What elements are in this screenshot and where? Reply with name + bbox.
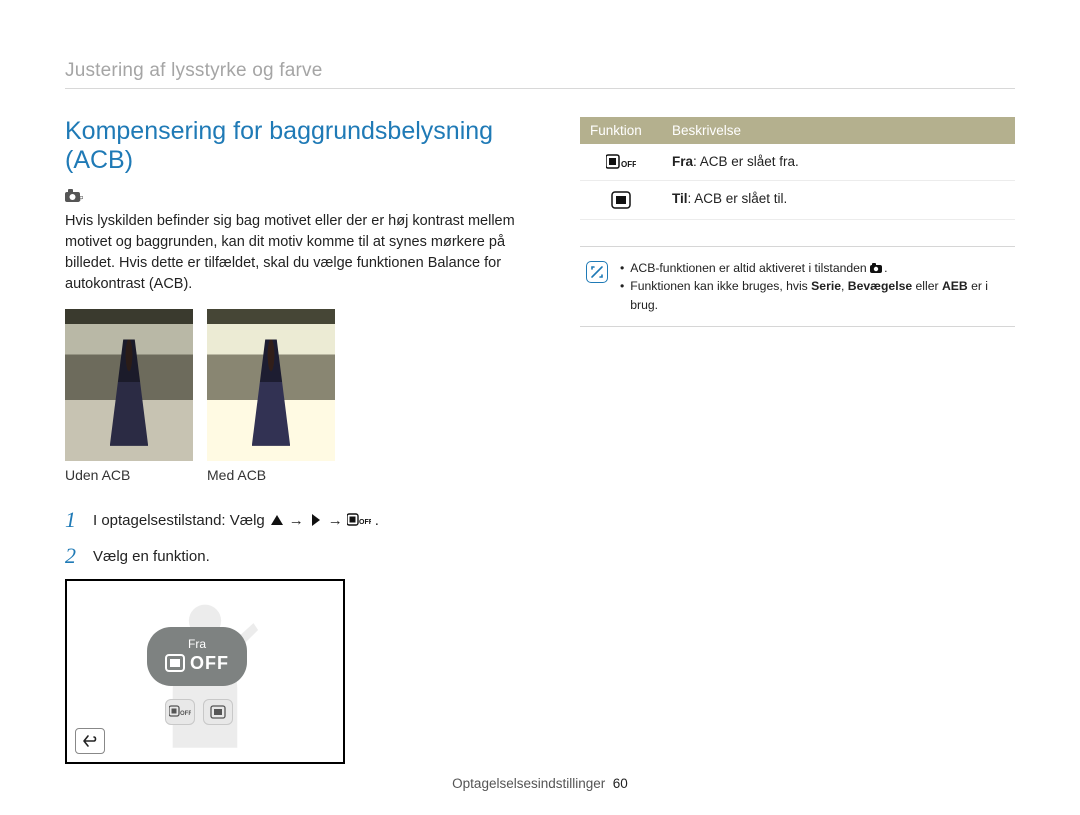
- table-row: OFF Fra: ACB er slået fra.: [580, 144, 1015, 181]
- function-table: Funktion Beskrivelse OFF Fra: ACB er slå…: [580, 117, 1015, 220]
- body-text: Hvis lyskilden befinder sig bag motivet …: [65, 211, 525, 295]
- photo-with-acb: [207, 309, 335, 461]
- acb-off-icon: OFF: [347, 513, 371, 527]
- step-1-text: I optagelsestilstand: Vælg: [93, 512, 265, 529]
- bubble-label: Fra: [165, 637, 229, 651]
- chip-acb-on[interactable]: [203, 699, 233, 725]
- arrow-icon: →: [328, 512, 343, 529]
- svg-text:OFF: OFF: [359, 519, 371, 526]
- th-function: Funktion: [580, 117, 662, 144]
- chip-acb-off[interactable]: OFF: [165, 699, 195, 725]
- selection-bubble: Fra OFF: [147, 627, 247, 686]
- right-caret-icon: [308, 513, 324, 527]
- footer-section: Optagelselsesindstillinger: [452, 776, 605, 791]
- table-row: Til: ACB er slået til.: [580, 181, 1015, 220]
- step-2: 2 Vælg en funktion.: [65, 543, 525, 569]
- cell-desc-off: Fra: ACB er slået fra.: [662, 144, 1015, 180]
- svg-text:P: P: [79, 196, 83, 203]
- caption-row: Uden ACB Med ACB: [65, 467, 525, 483]
- page-title: Kompensering for baggrundsbelysning (ACB…: [65, 117, 525, 175]
- th-description: Beskrivelse: [662, 117, 1015, 144]
- arrow-icon: →: [289, 512, 304, 529]
- camera-mode-icon: [870, 263, 884, 274]
- page-number: 60: [613, 776, 628, 791]
- step-number: 2: [65, 543, 83, 569]
- caption-with: Med ACB: [207, 467, 335, 483]
- note-box: ACB-funktionen er altid aktiveret i tils…: [580, 246, 1015, 327]
- note-list: ACB-funktionen er altid aktiveret i tils…: [620, 259, 1009, 314]
- camera-p-icon: P: [65, 189, 83, 203]
- step-number: 1: [65, 507, 83, 533]
- acb-off-icon: OFF: [606, 154, 636, 170]
- cell-icon-on: [580, 181, 662, 219]
- page-footer: Optagelselsesindstillinger 60: [0, 776, 1080, 791]
- acb-on-icon: [611, 191, 631, 209]
- acb-off-large-icon: OFF: [165, 653, 229, 674]
- option-chips: OFF: [165, 699, 233, 725]
- cell-icon-off: OFF: [580, 144, 662, 180]
- off-text: OFF: [190, 653, 229, 674]
- step-2-text: Vælg en funktion.: [93, 548, 210, 565]
- table-header: Funktion Beskrivelse: [580, 117, 1015, 144]
- steps-list: 1 I optagelsestilstand: Vælg → →: [65, 507, 525, 569]
- camera-screen-preview: Fra OFF OFF: [65, 579, 345, 764]
- svg-text:OFF: OFF: [621, 160, 636, 169]
- back-button[interactable]: [75, 728, 105, 754]
- back-arrow-icon: [82, 734, 98, 748]
- photo-row: [65, 309, 525, 461]
- step-1: 1 I optagelsestilstand: Vælg → →: [65, 507, 525, 533]
- note-item: Funktionen kan ikke bruges, hvis Serie, …: [620, 277, 1009, 314]
- note-item: ACB-funktionen er altid aktiveret i tils…: [620, 259, 1009, 277]
- mode-icon-row: P: [65, 189, 525, 203]
- svg-text:OFF: OFF: [180, 711, 191, 717]
- cell-desc-on: Til: ACB er slået til.: [662, 181, 1015, 219]
- breadcrumb: Justering af lysstyrke og farve: [65, 60, 1015, 89]
- note-icon: [586, 261, 608, 283]
- caption-without: Uden ACB: [65, 467, 193, 483]
- up-triangle-icon: [269, 513, 285, 527]
- left-column: Kompensering for baggrundsbelysning (ACB…: [65, 117, 525, 764]
- photo-without-acb: [65, 309, 193, 461]
- right-column: Funktion Beskrivelse OFF Fra: ACB er slå…: [580, 117, 1015, 764]
- period: .: [375, 512, 379, 529]
